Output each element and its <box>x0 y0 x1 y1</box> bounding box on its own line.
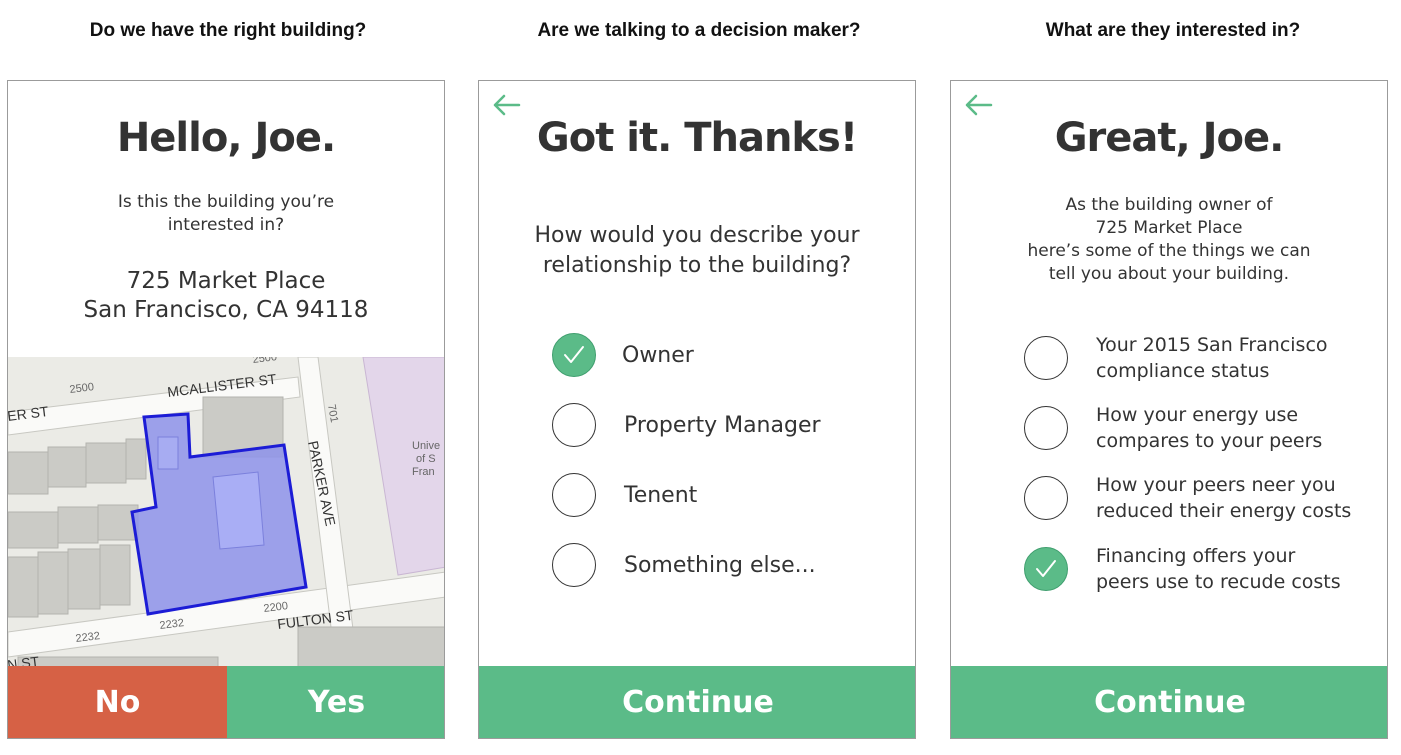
radio-unchecked[interactable] <box>552 403 596 447</box>
yes-button[interactable]: Yes <box>227 666 444 738</box>
option-line: compliance status <box>1096 360 1270 382</box>
page-title: Hello, Joe. <box>116 115 336 161</box>
arrow-left-icon[interactable] <box>491 93 521 117</box>
option-owner[interactable]: Owner <box>552 333 694 377</box>
intro-line: tell you about your building. <box>1048 264 1290 284</box>
page-title: Great, Joe. <box>1054 115 1285 161</box>
option-line: How your energy use <box>1096 404 1299 426</box>
radio-unchecked[interactable] <box>552 543 596 587</box>
option-compliance-status[interactable]: Your 2015 San Francisco compliance statu… <box>1024 332 1328 384</box>
continue-button[interactable]: Continue <box>479 666 915 738</box>
option-label: How your peers neer you reduced their en… <box>1096 472 1351 524</box>
question-line: interested in? <box>167 215 285 235</box>
checkmark-icon <box>1036 560 1056 577</box>
option-label: Financing offers your peers use to recud… <box>1096 543 1341 595</box>
caption-decision-maker: Are we talking to a decision maker? <box>537 20 861 41</box>
checkbox-unchecked[interactable] <box>1024 476 1068 520</box>
radio-unchecked[interactable] <box>552 473 596 517</box>
option-line: peers use to recude costs <box>1096 571 1341 593</box>
address-line: San Francisco, CA 94118 <box>83 297 369 323</box>
building-map[interactable]: MCALLISTER ST ER ST PARKER AVE FULTON ST… <box>8 357 445 668</box>
question-line: relationship to the building? <box>542 253 852 278</box>
continue-button[interactable]: Continue <box>951 666 1387 738</box>
checkbox-unchecked[interactable] <box>1024 336 1068 380</box>
option-financing[interactable]: Financing offers your peers use to recud… <box>1024 543 1341 595</box>
building-question: Is this the building you’re interested i… <box>8 191 444 237</box>
option-label: How your energy use compares to your pee… <box>1096 402 1322 454</box>
map-canvas[interactable]: MCALLISTER ST ER ST PARKER AVE FULTON ST… <box>8 357 445 668</box>
radio-checked[interactable] <box>552 333 596 377</box>
option-line: Your 2015 San Francisco <box>1096 334 1328 356</box>
option-something-else[interactable]: Something else... <box>552 543 816 587</box>
option-energy-use[interactable]: How your energy use compares to your pee… <box>1024 402 1322 454</box>
option-property-manager[interactable]: Property Manager <box>552 403 821 447</box>
option-line: Financing offers your <box>1096 545 1296 567</box>
page-title: Got it. Thanks! <box>536 115 858 161</box>
map-label-university: Unive <box>412 440 440 452</box>
screen-building-confirm: Hello, Joe. Is this the building you’re … <box>7 80 445 739</box>
option-label: Something else... <box>624 552 816 578</box>
no-button[interactable]: No <box>8 666 227 738</box>
caption-interests: What are they interested in? <box>1045 20 1301 41</box>
option-peer-costs[interactable]: How your peers neer you reduced their en… <box>1024 472 1351 524</box>
option-line: reduced their energy costs <box>1096 500 1352 522</box>
relationship-question: How would you describe your relationship… <box>479 221 915 281</box>
map-label-university: Fran <box>412 466 435 478</box>
option-tenent[interactable]: Tenent <box>552 473 697 517</box>
checkbox-checked[interactable] <box>1024 547 1068 591</box>
question-line: Is this the building you’re <box>117 192 335 212</box>
interests-intro: As the building owner of 725 Market Plac… <box>951 194 1387 286</box>
question-line: How would you describe your <box>534 223 860 248</box>
intro-line: 725 Market Place <box>1095 218 1243 238</box>
arrow-left-icon[interactable] <box>963 93 993 117</box>
screen-relationship: Got it. Thanks! How would you describe y… <box>478 80 916 739</box>
screen-interests: Great, Joe. As the building owner of 725… <box>950 80 1388 739</box>
intro-line: As the building owner of <box>1065 195 1273 215</box>
checkbox-unchecked[interactable] <box>1024 406 1068 450</box>
option-line: How your peers neer you <box>1096 474 1336 496</box>
option-label: Owner <box>622 342 694 368</box>
intro-line: here’s some of the things we can <box>1027 241 1311 261</box>
address-line: 725 Market Place <box>126 268 326 294</box>
map-label-university: of S <box>416 453 436 465</box>
option-label: Your 2015 San Francisco compliance statu… <box>1096 332 1328 384</box>
option-line: compares to your peers <box>1096 430 1323 452</box>
option-label: Tenent <box>624 482 698 508</box>
building-address: 725 Market Place San Francisco, CA 94118 <box>8 267 444 325</box>
option-label: Property Manager <box>624 412 821 438</box>
caption-building: Do we have the right building? <box>89 20 367 41</box>
checkmark-icon <box>564 346 584 363</box>
